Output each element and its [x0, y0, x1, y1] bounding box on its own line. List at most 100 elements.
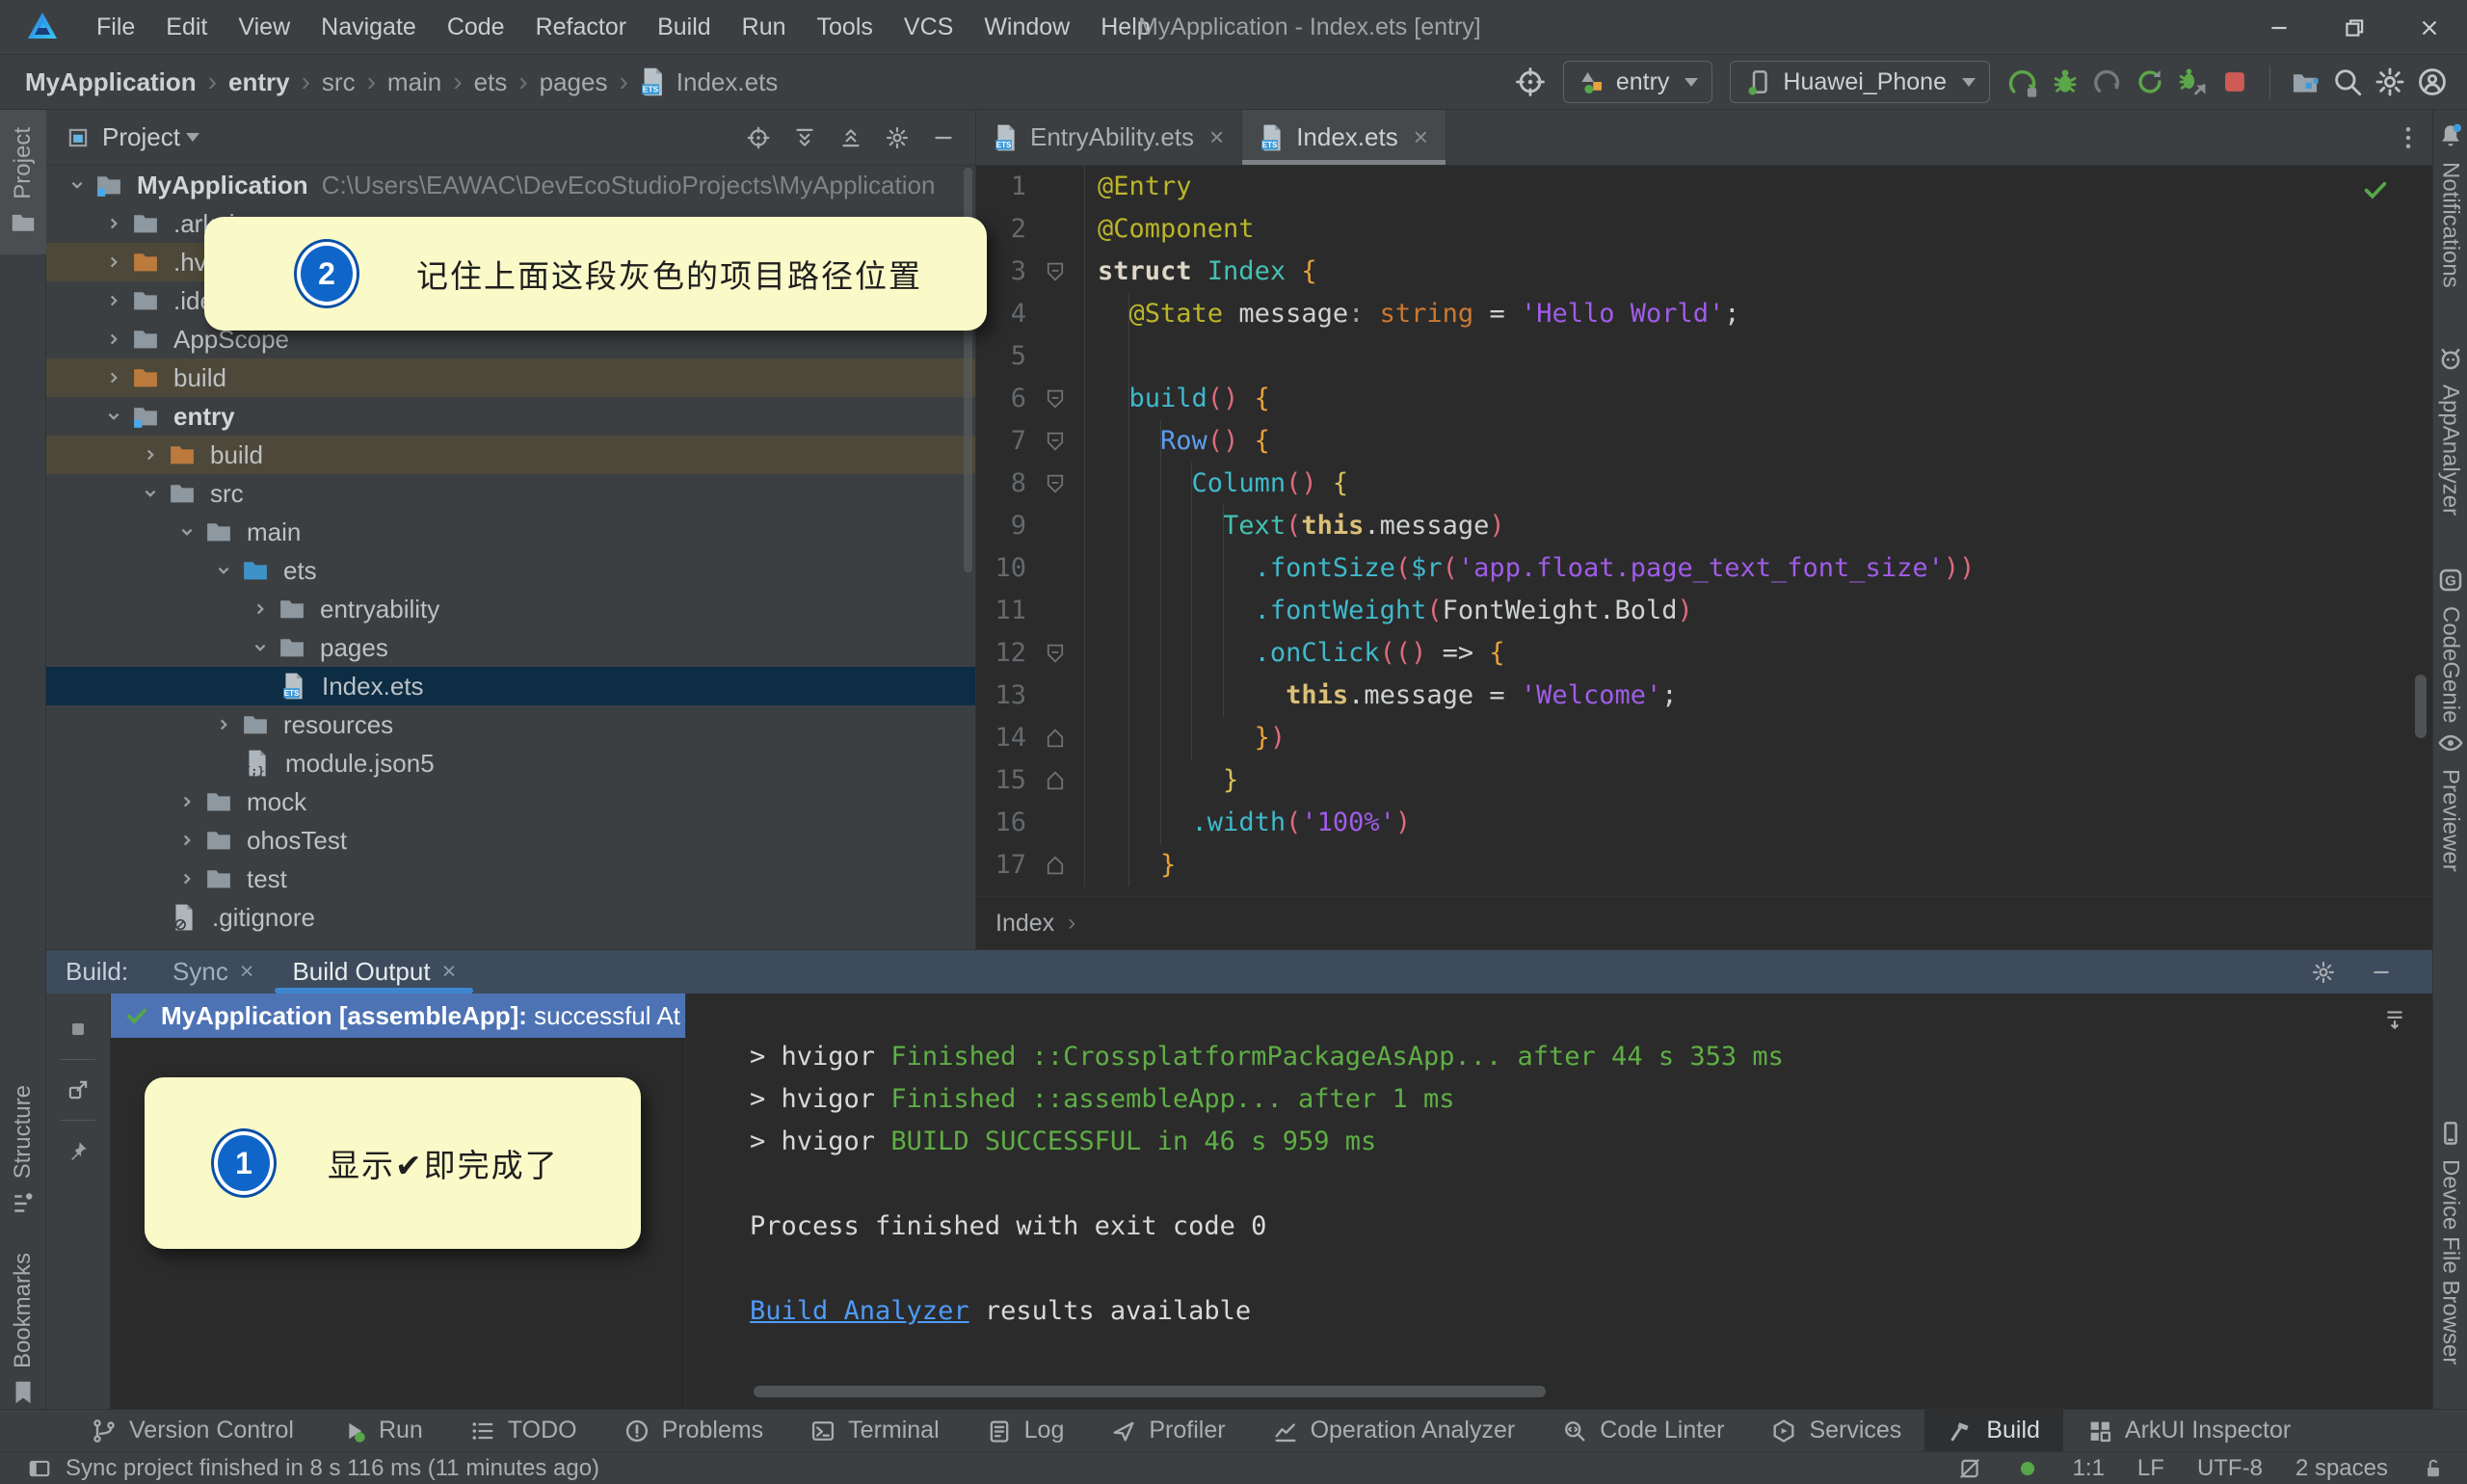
build-task-row[interactable]: MyApplication [assembleApp]: successful …: [111, 994, 685, 1038]
toolwindow-version-control[interactable]: Version Control: [67, 1410, 317, 1451]
code-line-1[interactable]: 1@Entry: [976, 166, 2432, 208]
settings-button[interactable]: [2369, 61, 2411, 103]
chevron-collapsed-icon[interactable]: [96, 252, 131, 273]
tree-item-myapplication[interactable]: MyApplicationC:\Users\EAWAC\DevEcoStudio…: [46, 166, 975, 204]
rerun-button[interactable]: [2129, 61, 2171, 103]
chevron-collapsed-icon[interactable]: [96, 367, 131, 388]
menu-navigate[interactable]: Navigate: [305, 0, 432, 55]
fold-marker[interactable]: [1026, 759, 1085, 802]
toolwindow-code-linter[interactable]: Code Linter: [1538, 1410, 1747, 1451]
fold-marker[interactable]: [1026, 632, 1085, 675]
project-panel-title[interactable]: Project: [102, 122, 180, 152]
chevron-expanded-icon[interactable]: [133, 483, 168, 504]
chevron-expanded-icon[interactable]: [243, 637, 278, 658]
caret-position[interactable]: 1:1: [2073, 1455, 2105, 1482]
tree-item-resources[interactable]: resources: [46, 705, 975, 744]
gear-icon[interactable]: [2311, 960, 2336, 985]
tree-item-build[interactable]: build: [46, 436, 975, 474]
inspection-ok-icon[interactable]: [2361, 175, 2390, 204]
locate-icon[interactable]: [1509, 61, 1552, 103]
toolwindow-build[interactable]: Build: [1924, 1410, 2063, 1451]
menu-edit[interactable]: Edit: [150, 0, 223, 55]
hide-panel-icon[interactable]: [2369, 960, 2394, 985]
export-icon[interactable]: [66, 1077, 91, 1102]
chevron-collapsed-icon[interactable]: [96, 329, 131, 350]
pin-icon[interactable]: [66, 1138, 91, 1163]
code-line-7[interactable]: 7 Row() {: [976, 420, 2432, 463]
menu-view[interactable]: View: [223, 0, 305, 55]
chevron-expanded-icon[interactable]: [170, 521, 204, 543]
menu-run[interactable]: Run: [727, 0, 802, 55]
code-line-14[interactable]: 14 }): [976, 717, 2432, 759]
expand-all-icon[interactable]: [792, 125, 817, 150]
fold-marker[interactable]: [1026, 420, 1085, 463]
toolwindow-problems[interactable]: Problems: [600, 1410, 787, 1451]
build-analyzer-link[interactable]: Build Analyzer: [750, 1296, 969, 1326]
lock-open-icon[interactable]: [2421, 1456, 2446, 1481]
toolwindow-todo[interactable]: TODO: [446, 1410, 600, 1451]
tree-item-index-ets[interactable]: ETSIndex.ets: [46, 667, 975, 705]
chevron-expanded-icon[interactable]: [206, 560, 241, 581]
chevron-expanded-icon[interactable]: [60, 174, 94, 196]
restore-button[interactable]: [2317, 0, 2392, 55]
code-line-8[interactable]: 8 Column() {: [976, 463, 2432, 505]
code-line-3[interactable]: 3struct Index {: [976, 251, 2432, 293]
fold-marker[interactable]: [1026, 717, 1085, 759]
tree-item-mock[interactable]: mock: [46, 782, 975, 821]
breadcrumb-pages[interactable]: pages: [540, 67, 608, 97]
hide-icon[interactable]: [931, 125, 956, 150]
tree-item-gitignore[interactable]: .gitignore: [46, 898, 975, 937]
chevron-collapsed-icon[interactable]: [206, 714, 241, 735]
stripe-structure-tab[interactable]: Structure: [0, 1060, 46, 1243]
build-tab-build-output[interactable]: Build Output×: [273, 950, 475, 994]
attach-debugger-button[interactable]: [2086, 61, 2129, 103]
breadcrumb-entry[interactable]: entry: [228, 67, 290, 97]
toolwindow-profiler[interactable]: Profiler: [1087, 1410, 1248, 1451]
chevron-collapsed-icon[interactable]: [243, 598, 278, 620]
code-line-15[interactable]: 15 }: [976, 759, 2432, 802]
editor-breadcrumb-item[interactable]: Index: [995, 910, 1054, 938]
toolwindow-terminal[interactable]: Terminal: [786, 1410, 962, 1451]
menu-tools[interactable]: Tools: [802, 0, 889, 55]
close-button[interactable]: [2392, 0, 2467, 55]
chevron-collapsed-icon[interactable]: [96, 290, 131, 311]
select-opened-file-icon[interactable]: [746, 125, 771, 150]
module-selector[interactable]: entry: [1563, 61, 1713, 103]
breadcrumb-index-ets[interactable]: Index.ets: [676, 67, 779, 97]
code-line-4[interactable]: 4 @State message: string = 'Hello World'…: [976, 293, 2432, 335]
close-tab-icon[interactable]: ×: [1209, 122, 1224, 152]
code-line-10[interactable]: 10 .fontSize($r('app.float.page_text_fon…: [976, 547, 2432, 590]
tree-item-src[interactable]: src: [46, 474, 975, 513]
chevron-collapsed-icon[interactable]: [96, 213, 131, 234]
inspections-ok-icon[interactable]: [2015, 1456, 2040, 1481]
close-tab-icon[interactable]: ×: [1414, 122, 1428, 152]
menu-code[interactable]: Code: [432, 0, 520, 55]
tree-item-entry[interactable]: entry: [46, 397, 975, 436]
stripe-codegenie-tab[interactable]: GCodeGenie: [2436, 566, 2465, 723]
reader-mode-off-icon[interactable]: [1957, 1456, 1982, 1481]
code-line-6[interactable]: 6 build() {: [976, 378, 2432, 420]
tree-item-entryability[interactable]: entryability: [46, 590, 975, 628]
chevron-down-icon[interactable]: [186, 133, 199, 142]
toolwindow-arkui-inspector[interactable]: ArkUI Inspector: [2063, 1410, 2314, 1451]
chevron-collapsed-icon[interactable]: [170, 868, 204, 889]
code-line-11[interactable]: 11 .fontWeight(FontWeight.Bold): [976, 590, 2432, 632]
tree-item-pages[interactable]: pages: [46, 628, 975, 667]
code-line-12[interactable]: 12 .onClick(() => {: [976, 632, 2432, 675]
menu-window[interactable]: Window: [968, 0, 1085, 55]
breadcrumb-main[interactable]: main: [387, 67, 441, 97]
debug-button[interactable]: [2044, 61, 2086, 103]
profile-button[interactable]: [2411, 61, 2454, 103]
stop-button[interactable]: [2214, 61, 2256, 103]
file-encoding[interactable]: UTF-8: [2197, 1455, 2263, 1482]
tree-item-build[interactable]: build: [46, 358, 975, 397]
stripe-appanalyzer-tab[interactable]: AppAnalyzer: [2436, 344, 2465, 516]
suspend-icon[interactable]: [66, 1017, 91, 1042]
stripe-previewer-tab[interactable]: Previewer: [2436, 729, 2465, 872]
debug-attach-button[interactable]: [2171, 61, 2214, 103]
menu-build[interactable]: Build: [642, 0, 727, 55]
code-line-9[interactable]: 9 Text(this.message): [976, 505, 2432, 547]
chevron-collapsed-icon[interactable]: [170, 791, 204, 812]
toolwindow-run[interactable]: Run: [317, 1410, 446, 1451]
device-file-browser-button[interactable]: [2284, 61, 2326, 103]
